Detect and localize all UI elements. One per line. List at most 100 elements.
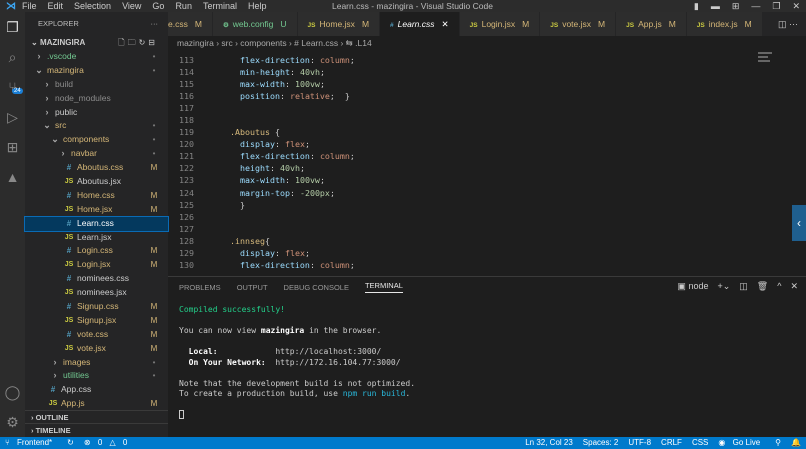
minimize-button[interactable]: — [751,0,760,12]
folder-item[interactable]: ⌄components• [25,133,168,147]
code-token: ; [300,162,305,174]
run-debug-icon[interactable]: ▷ [0,102,25,132]
tab-learn-css[interactable]: #Learn.css✕ [380,12,460,36]
tab-home-jsx[interactable]: JSHome.jsxM [298,12,380,36]
explorer-actions[interactable]: 🗋🗀↻⊟ [118,36,158,50]
chevron-down-icon: ⌄ [49,133,61,147]
notifications-icon[interactable]: 🔔 [791,437,801,449]
split-terminal-icon[interactable]: ◫ [739,281,748,292]
file-item[interactable]: JSHome.jsxM [25,203,168,217]
code-token: .innseg [230,235,265,247]
menu-edit[interactable]: Edit [48,1,64,11]
file-item[interactable]: #vote.cssM [25,328,168,342]
code-editor[interactable]: 113 flex-direction: column;114 min-heigh… [168,54,806,274]
folder-item[interactable]: ›build [25,78,168,92]
accounts-icon[interactable]: ⚲ [775,437,781,449]
file-item[interactable]: #Aboutus.cssM [25,161,168,175]
file-item[interactable]: JSLearn.jsx [25,231,168,245]
local-url[interactable]: http://localhost:3000/ [275,347,381,356]
close-panel-icon[interactable]: ✕ [790,281,798,292]
source-control-icon[interactable]: ⑂24 [0,72,25,102]
new-terminal-icon[interactable]: +⌄ [717,281,730,292]
folder-item[interactable]: ›navbar• [25,147,168,161]
folder-item[interactable]: ›.vscode• [25,50,168,64]
sync-icon[interactable]: ↻ [67,437,74,449]
language-mode[interactable]: CSS [692,437,708,449]
file-item[interactable]: #Login.cssM [25,244,168,258]
extensions-icon[interactable]: ⊞ [0,132,25,162]
js-file-icon: JS [63,342,75,356]
branch-indicator[interactable]: ⑂ Frontend* [5,437,57,449]
panel-tab-problems[interactable]: PROBLEMS [179,283,221,292]
encoding[interactable]: UTF-8 [628,437,651,449]
file-item[interactable]: #Learn.css [25,217,168,231]
menu-run[interactable]: Run [175,1,192,11]
customize-layout-icon[interactable]: ⊞ [732,0,740,12]
file-item[interactable]: #App.css [25,383,168,397]
editor-actions[interactable]: ◫ ··· [770,12,806,36]
file-item[interactable]: JSLogin.jsxM [25,258,168,272]
file-item[interactable]: #Home.cssM [25,189,168,203]
file-item[interactable]: #nominees.css [25,272,168,286]
indentation[interactable]: Spaces: 2 [583,437,619,449]
js-file-icon: JS [550,22,558,29]
toggle-panel-icon[interactable]: ▬ [711,0,720,12]
collapse-arrow-icon[interactable]: ‹ [792,205,806,241]
tab-vote-jsx[interactable]: JSvote.jsxM [540,12,616,36]
search-icon[interactable]: ⌕ [0,42,25,72]
kill-terminal-icon[interactable]: 🗑 [757,281,768,292]
tab-home-css[interactable]: e.cssM [168,12,213,36]
problems-indicator[interactable]: ⊗ 0 △ 0 [84,437,132,449]
menu-help[interactable]: Help [248,1,267,11]
menu-selection[interactable]: Selection [74,1,111,11]
file-item[interactable]: JSAboutus.jsx [25,175,168,189]
file-item[interactable]: JSSignup.jsxM [25,314,168,328]
panel-tab-debug-console[interactable]: DEBUG CONSOLE [284,283,349,292]
settings-gear-icon[interactable]: ⚙ [0,407,25,437]
panel-tab-output[interactable]: OUTPUT [237,283,268,292]
file-item[interactable]: #Signup.cssM [25,300,168,314]
go-live-button[interactable]: ◉ Go Live [718,437,765,449]
terminal-output[interactable]: Compiled successfully! You can now view … [168,297,806,431]
account-icon[interactable]: ◯ [0,377,25,407]
line-ending[interactable]: CRLF [661,437,682,449]
menu-go[interactable]: Go [152,1,164,11]
code-token: flex [285,247,305,259]
folder-item[interactable]: ›public [25,106,168,120]
tab-app-js[interactable]: JSApp.jsM [616,12,687,36]
folder-item[interactable]: ⌄src• [25,119,168,133]
folder-item[interactable]: ›utilities• [25,369,168,383]
code-token: ; [305,138,310,150]
network-url[interactable]: http://172.16.104.77:3000/ [275,358,400,367]
folder-item[interactable]: ›node_modules [25,92,168,106]
folder-item[interactable]: ›images• [25,356,168,370]
close-tab-icon[interactable]: ✕ [442,19,449,29]
cursor-position[interactable]: Ln 32, Col 23 [525,437,573,449]
explorer-icon[interactable]: ❐ [0,12,25,42]
folder-item[interactable]: ⌄mazingira• [25,64,168,78]
azure-icon[interactable]: ▲ [0,162,25,192]
breadcrumb[interactable]: mazingira › src › components › # Learn.c… [168,36,372,51]
line-number: 116 [168,90,194,102]
outline-section[interactable]: › OUTLINE [25,410,168,423]
tab-login-jsx[interactable]: JSLogin.jsxM [460,12,541,36]
workspace-root[interactable]: ⌄ MAZINGIRA🗋🗀↻⊟ [25,36,168,50]
terminal-select[interactable]: ▣ node [677,281,708,292]
menu-file[interactable]: File [22,1,37,11]
tab-index-js[interactable]: JSindex.jsM [687,12,763,36]
file-item[interactable]: JSvote.jsxM [25,342,168,356]
more-actions-icon[interactable]: ··· [151,12,159,36]
code-token: flex-direction [230,259,310,271]
maximize-panel-icon[interactable]: ^ [777,281,781,292]
panel-tab-terminal[interactable]: TERMINAL [365,281,403,293]
tab-web-config[interactable]: ⚙web.configU [213,12,298,36]
close-button[interactable]: ✕ [792,0,800,12]
timeline-section[interactable]: › TIMELINE [25,423,168,436]
restore-button[interactable]: ❐ [772,0,780,12]
menu-terminal[interactable]: Terminal [203,1,237,11]
code-token: flex [285,138,305,150]
file-item[interactable]: JSnominees.jsx [25,286,168,300]
js-file-icon: JS [308,22,316,29]
toggle-sidebar-icon[interactable]: ▮ [694,0,699,12]
menu-view[interactable]: View [122,1,141,11]
